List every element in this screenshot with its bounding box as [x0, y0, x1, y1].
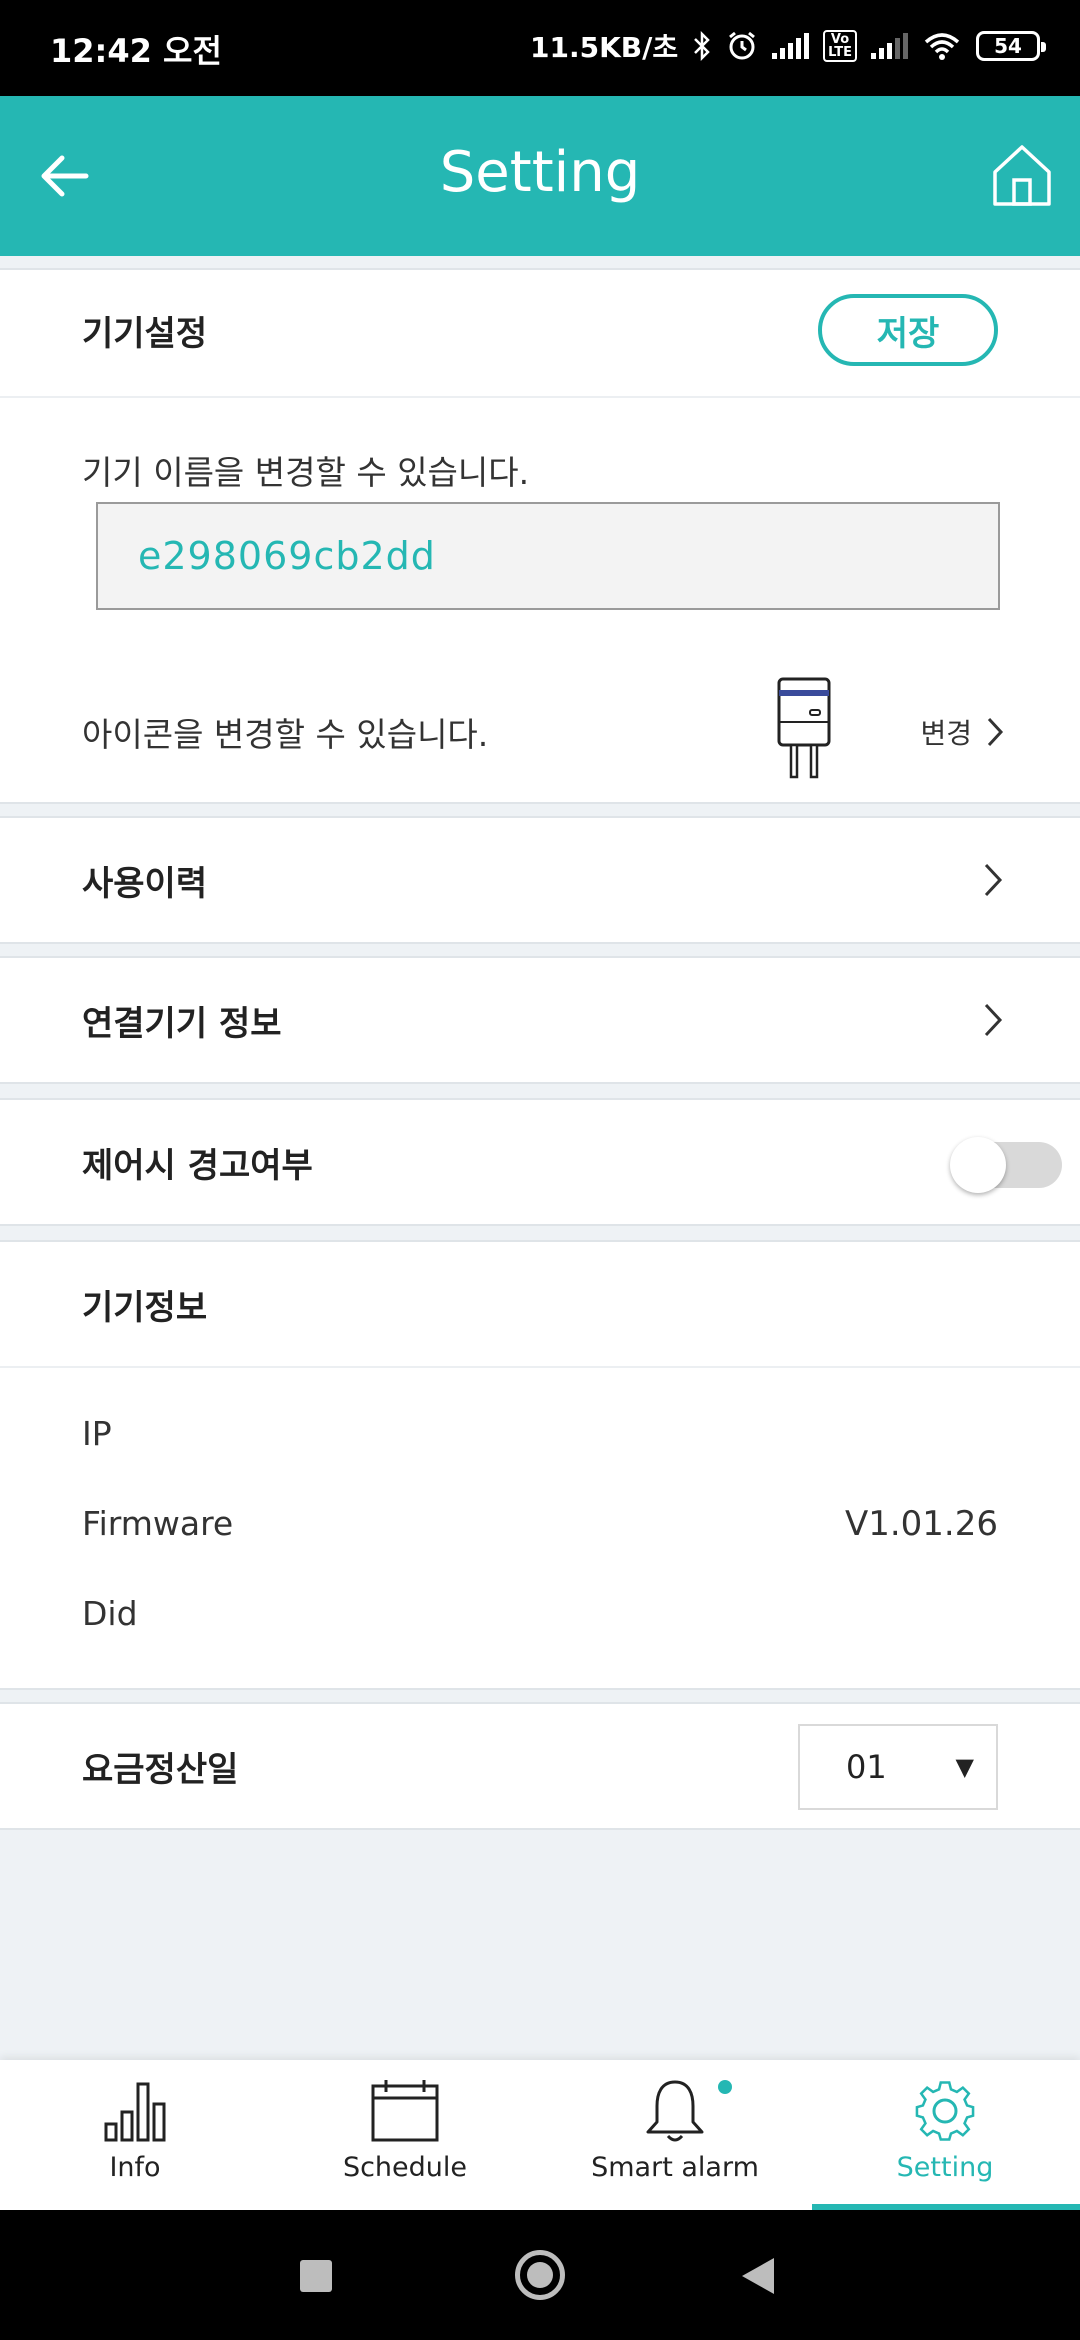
battery-icon: 54 [976, 31, 1046, 61]
bell-icon [646, 2080, 704, 2142]
app-header: Setting [0, 96, 1080, 256]
status-icons: 11.5KB/초 Vo LTE 54 [529, 26, 1046, 66]
alarm-clock-icon [729, 31, 756, 60]
did-label: Did [82, 1594, 138, 1633]
device-info-card: 기기정보 IP Firmware V1.01.26 Did [0, 1240, 1080, 1690]
status-time: 12:42 오전 [50, 32, 222, 70]
signal-icon-2 [871, 33, 908, 59]
recents-icon[interactable] [300, 2260, 332, 2292]
connected-device-row[interactable]: 연결기기 정보 [0, 956, 1080, 1084]
billing-day-row: 요금정산일 01 ▼ [0, 1702, 1080, 1830]
wifi-icon [924, 33, 960, 60]
bottom-navigation: Info Schedule Smart alarm Setting [0, 2060, 1080, 2210]
change-label: 변경 [920, 717, 972, 750]
control-warning-toggle[interactable] [950, 1137, 1062, 1193]
device-info-title: 기기정보 [82, 1288, 208, 1328]
save-button[interactable]: 저장 [818, 294, 998, 366]
nav-setting-label: Setting [896, 2152, 994, 2183]
system-navigation-bar [0, 2210, 1080, 2340]
connected-device-title: 연결기기 정보 [82, 1004, 282, 1044]
chevron-right-icon [984, 1003, 1003, 1037]
nav-smart-alarm[interactable]: Smart alarm [540, 2060, 810, 2210]
notification-badge [718, 2080, 732, 2094]
device-settings-card: 기기설정 저장 기기 이름을 변경할 수 있습니다. e298069cb2dd … [0, 268, 1080, 804]
nav-schedule[interactable]: Schedule [270, 2060, 540, 2210]
signal-icon [772, 33, 810, 59]
nav-smart-alarm-label: Smart alarm [591, 2152, 759, 2183]
billing-day-select[interactable]: 01 ▼ [798, 1724, 998, 1810]
control-warning-title: 제어시 경고여부 [82, 1146, 313, 1186]
toggle-knob [950, 1137, 1006, 1193]
nav-info-label: Info [109, 2152, 161, 2183]
dropdown-arrow-icon: ▼ [955, 1753, 974, 1781]
nav-schedule-label: Schedule [342, 2152, 468, 2183]
usage-history-row[interactable]: 사용이력 [0, 816, 1080, 944]
calendar-icon [371, 2080, 439, 2142]
nav-info[interactable]: Info [0, 2060, 270, 2210]
firmware-value: V1.01.26 [844, 1504, 998, 1544]
page-title: Setting [439, 140, 641, 205]
divider [0, 1366, 1080, 1368]
change-icon-link[interactable]: 변경 [920, 712, 1004, 752]
bar-chart-icon [104, 2082, 166, 2142]
chevron-right-icon [984, 863, 1003, 897]
usage-history-title: 사용이력 [82, 864, 208, 904]
network-speed: 11.5KB/초 [529, 31, 679, 64]
home-circle-icon[interactable] [515, 2250, 565, 2300]
billing-day-value: 01 [846, 1748, 887, 1786]
icon-helper-text: 아이콘을 변경할 수 있습니다. [82, 715, 489, 754]
device-name-input[interactable]: e298069cb2dd [96, 502, 1000, 610]
section-title: 기기설정 [82, 314, 208, 354]
chevron-right-icon [987, 717, 1004, 747]
nav-setting[interactable]: Setting [810, 2060, 1080, 2210]
divider [0, 396, 1080, 398]
gear-icon [915, 2081, 975, 2141]
control-warning-row: 제어시 경고여부 [0, 1098, 1080, 1226]
billing-day-title: 요금정산일 [82, 1750, 239, 1790]
home-icon[interactable] [990, 142, 1054, 208]
name-helper-text: 기기 이름을 변경할 수 있습니다. [82, 453, 530, 492]
smart-plug-icon[interactable] [776, 676, 832, 782]
back-triangle-icon[interactable] [742, 2258, 774, 2294]
ip-label: IP [82, 1414, 112, 1453]
bluetooth-icon [694, 31, 710, 61]
status-bar: 12:42 오전 11.5KB/초 Vo LTE 54 [0, 0, 1080, 96]
volte-icon: Vo LTE [823, 30, 857, 62]
firmware-label: Firmware [82, 1504, 234, 1543]
